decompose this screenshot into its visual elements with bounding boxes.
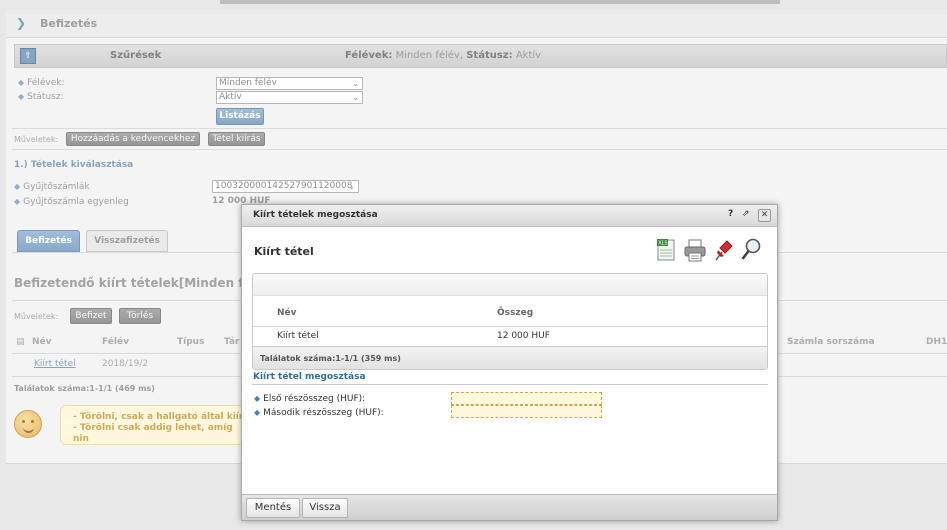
dialog-heading: Kiírt tétel <box>254 245 314 258</box>
diamond-bullet-icon: ◆ <box>254 394 261 403</box>
divider <box>253 326 767 327</box>
back-button[interactable]: Vissza <box>302 498 348 518</box>
col-name[interactable]: Név <box>277 308 297 318</box>
help-icon[interactable]: ? <box>728 209 733 219</box>
items-result-count: Találatok száma:1-1/1 (359 ms) <box>253 346 767 369</box>
second-part-input[interactable] <box>451 405 602 418</box>
second-part-row: ◆ Második részösszeg (HUF): <box>254 408 384 418</box>
pin-icon[interactable] <box>712 237 734 263</box>
svg-text:XLS: XLS <box>658 241 667 247</box>
items-table: Név Összeg Kiírt tétel 12 000 HUF Talála… <box>252 273 768 370</box>
excel-export-icon[interactable]: XLS <box>656 237 678 263</box>
close-icon[interactable]: ✕ <box>758 209 771 222</box>
first-part-row: ◆ Első részösszeg (HUF): <box>254 394 365 404</box>
magnifier-icon[interactable] <box>740 237 762 263</box>
row-amount: 12 000 HUF <box>497 331 550 341</box>
col-amount[interactable]: Összeg <box>497 308 533 318</box>
second-part-label: Második részösszeg (HUF): <box>263 408 384 418</box>
print-icon[interactable] <box>684 237 706 263</box>
first-part-input[interactable] <box>451 392 602 405</box>
divider <box>252 384 768 385</box>
share-section-title: Kiírt tétel megosztása <box>253 372 366 382</box>
first-part-label: Első részösszeg (HUF): <box>263 394 366 404</box>
dialog-footer: Mentés Vissza <box>242 494 777 520</box>
dialog-title: Kiírt tételek megosztása <box>253 210 378 220</box>
row-name: Kiírt tétel <box>277 331 319 341</box>
save-button[interactable]: Mentés <box>246 498 300 518</box>
diamond-bullet-icon: ◆ <box>254 408 261 417</box>
items-table-toolbar <box>253 274 767 296</box>
dialog-titlebar[interactable]: Kiírt tételek megosztása ? ⇗ ✕ <box>242 205 777 227</box>
share-items-dialog: Kiírt tételek megosztása ? ⇗ ✕ Kiírt tét… <box>241 204 778 521</box>
popout-icon[interactable]: ⇗ <box>742 209 750 219</box>
